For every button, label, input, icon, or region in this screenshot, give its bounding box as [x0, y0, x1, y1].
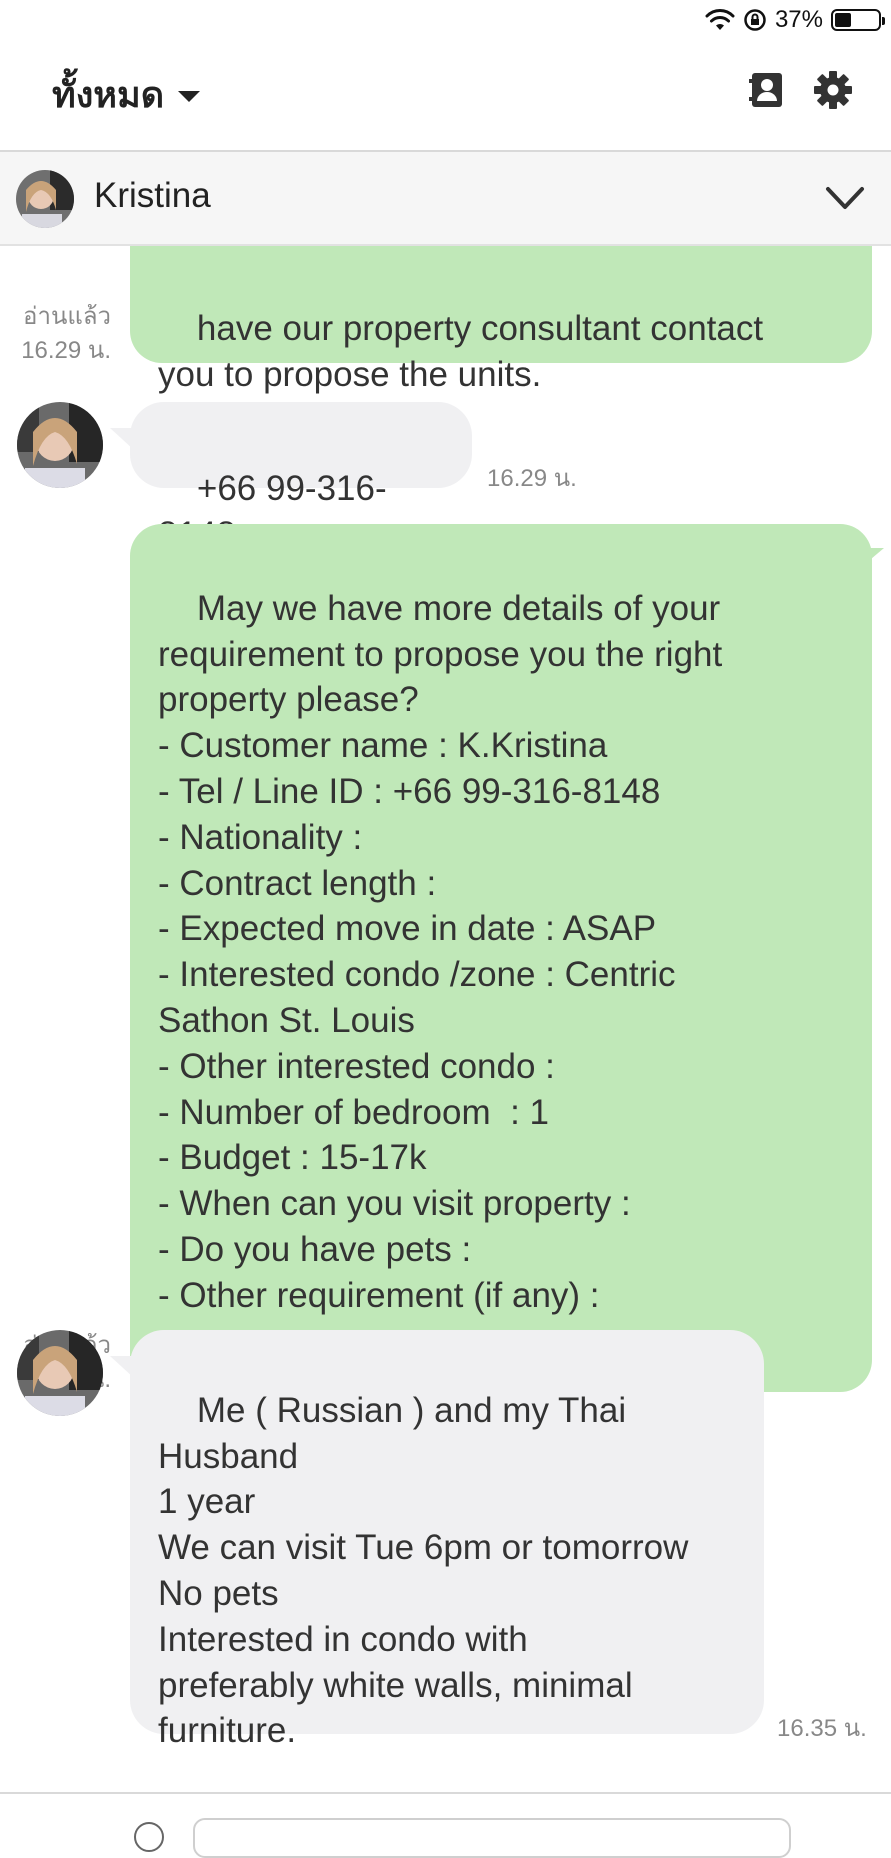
status-bar: 37%: [0, 0, 891, 40]
message-time: 16.29 น.: [21, 337, 111, 364]
contact-name: Kristina: [94, 176, 211, 215]
message-text: May we have more details of your require…: [158, 588, 723, 1315]
message-meta: อ่านแล้ว 16.29 น.: [0, 300, 111, 368]
status-indicators: 37%: [705, 4, 885, 36]
gear-icon[interactable]: [813, 70, 853, 110]
rotation-lock-icon: [744, 9, 766, 31]
battery-level: [835, 13, 851, 27]
caret-down-icon: [178, 91, 201, 102]
filter-dropdown[interactable]: ทั้งหมด: [52, 66, 201, 123]
filter-label: ทั้งหมด: [52, 74, 165, 115]
avatar[interactable]: [16, 170, 74, 228]
message-input[interactable]: [193, 1818, 791, 1858]
battery-icon: [831, 9, 885, 31]
message-list[interactable]: have our property consultant contact you…: [0, 246, 891, 1792]
outgoing-message[interactable]: May we have more details of your require…: [130, 524, 872, 1392]
wifi-icon: [705, 9, 735, 30]
avatar[interactable]: [17, 1330, 103, 1416]
incoming-message[interactable]: Me ( Russian ) and my Thai Husband 1 yea…: [130, 1330, 764, 1750]
sticker-icon[interactable]: [134, 1822, 164, 1852]
read-receipt: อ่านแล้ว: [23, 303, 111, 330]
composer-bar: [0, 1792, 891, 1858]
app-header: ทั้งหมด: [0, 40, 891, 152]
contacts-icon[interactable]: [747, 70, 787, 110]
message-time: 16.29 น.: [487, 465, 577, 492]
message-text: Me ( Russian ) and my Thai Husband 1 yea…: [158, 1390, 689, 1751]
outgoing-message[interactable]: have our property consultant contact you…: [130, 246, 872, 394]
message-time: 16.35 น.: [777, 1715, 867, 1742]
chevron-down-icon[interactable]: [825, 180, 865, 216]
message-text: have our property consultant contact you…: [158, 308, 764, 394]
conversation-header[interactable]: Kristina: [0, 152, 891, 246]
battery-percent: 37%: [774, 6, 823, 33]
avatar[interactable]: [17, 402, 103, 488]
incoming-message[interactable]: +66 99-316-8148: [130, 402, 472, 554]
